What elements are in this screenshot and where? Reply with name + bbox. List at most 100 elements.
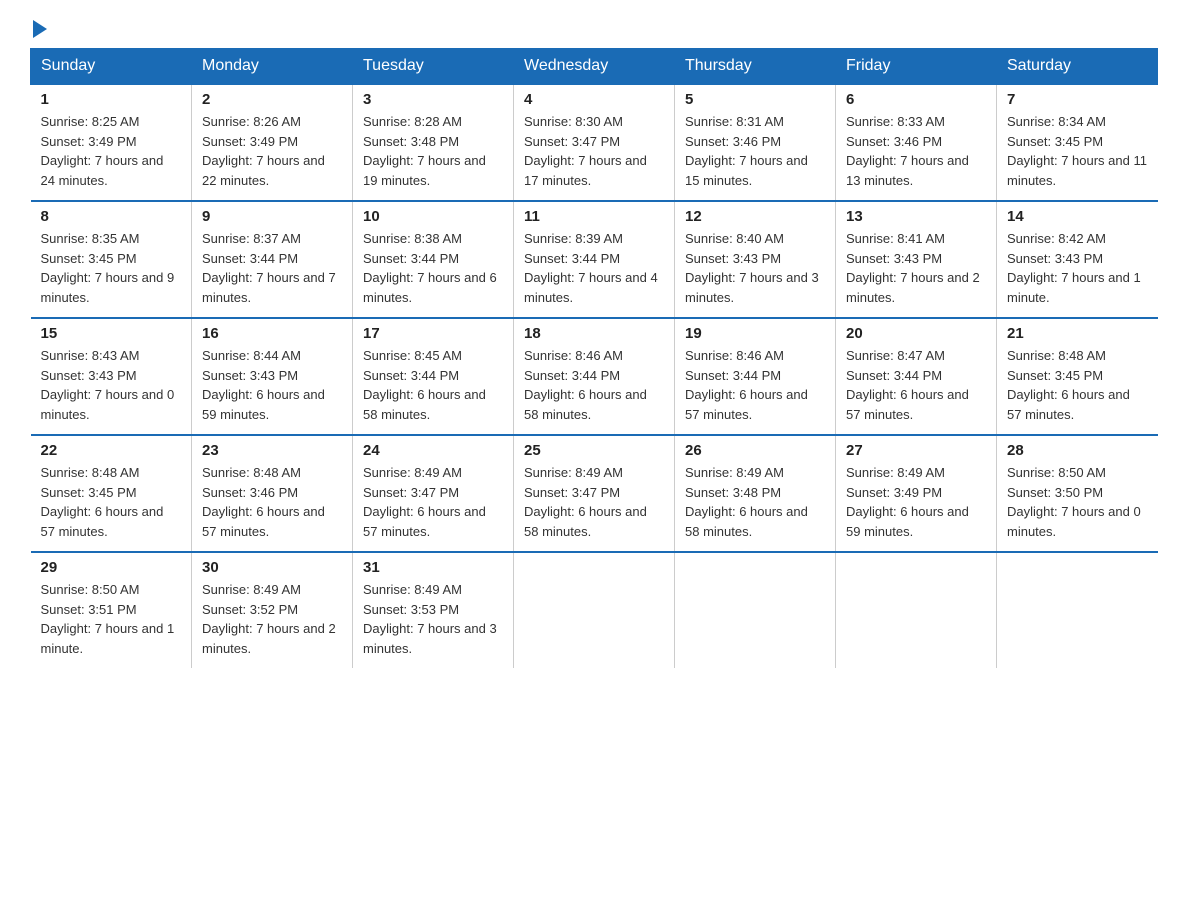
calendar-cell xyxy=(514,552,675,668)
day-number: 4 xyxy=(524,91,664,108)
day-number: 18 xyxy=(524,325,664,342)
calendar-cell: 24 Sunrise: 8:49 AMSunset: 3:47 PMDayligh… xyxy=(353,435,514,552)
calendar-cell: 9Sunrise: 8:37 AMSunset: 3:44 PMDaylight… xyxy=(192,201,353,318)
day-info: Sunrise: 8:49 AMSunset: 3:49 PMDaylight:… xyxy=(846,463,986,541)
day-info: Sunrise: 8:49 AMSunset: 3:53 PMDaylight:… xyxy=(363,580,503,658)
day-number: 2 xyxy=(202,91,342,108)
calendar-table: SundayMondayTuesdayWednesdayThursdayFrid… xyxy=(30,48,1158,668)
calendar-cell: 2 Sunrise: 8:26 AMSunset: 3:49 PMDaylight… xyxy=(192,84,353,201)
day-info: Sunrise: 8:30 AMSunset: 3:47 PMDaylight:… xyxy=(524,112,664,190)
calendar-header-monday: Monday xyxy=(192,49,353,85)
day-number: 17 xyxy=(363,325,503,342)
calendar-cell xyxy=(675,552,836,668)
calendar-cell: 1Sunrise: 8:25 AMSunset: 3:49 PMDaylight… xyxy=(31,84,192,201)
calendar-cell: 19 Sunrise: 8:46 AMSunset: 3:44 PMDayligh… xyxy=(675,318,836,435)
day-info: Sunrise: 8:41 AMSunset: 3:43 PMDaylight:… xyxy=(846,229,986,307)
calendar-cell: 3 Sunrise: 8:28 AMSunset: 3:48 PMDaylight… xyxy=(353,84,514,201)
day-info: Sunrise: 8:45 AMSunset: 3:44 PMDaylight:… xyxy=(363,346,503,424)
calendar-cell: 6 Sunrise: 8:33 AMSunset: 3:46 PMDaylight… xyxy=(836,84,997,201)
day-info: Sunrise: 8:48 AMSunset: 3:46 PMDaylight:… xyxy=(202,463,342,541)
day-number: 12 xyxy=(685,208,825,225)
day-number: 29 xyxy=(41,559,182,576)
calendar-cell: 29 Sunrise: 8:50 AMSunset: 3:51 PMDayligh… xyxy=(31,552,192,668)
day-info: Sunrise: 8:44 AMSunset: 3:43 PMDaylight:… xyxy=(202,346,342,424)
logo-arrow-icon xyxy=(33,20,47,38)
day-number: 7 xyxy=(1007,91,1148,108)
calendar-cell: 4 Sunrise: 8:30 AMSunset: 3:47 PMDaylight… xyxy=(514,84,675,201)
day-number: 15 xyxy=(41,325,182,342)
calendar-week-row: 1Sunrise: 8:25 AMSunset: 3:49 PMDaylight… xyxy=(31,84,1158,201)
day-number: 6 xyxy=(846,91,986,108)
day-info: Sunrise: 8:50 AMSunset: 3:51 PMDaylight:… xyxy=(41,580,182,658)
day-number: 20 xyxy=(846,325,986,342)
day-number: 14 xyxy=(1007,208,1148,225)
calendar-cell xyxy=(997,552,1158,668)
day-info: Sunrise: 8:26 AMSunset: 3:49 PMDaylight:… xyxy=(202,112,342,190)
calendar-cell: 23 Sunrise: 8:48 AMSunset: 3:46 PMDayligh… xyxy=(192,435,353,552)
day-number: 16 xyxy=(202,325,342,342)
day-info: Sunrise: 8:25 AMSunset: 3:49 PMDaylight:… xyxy=(41,112,182,190)
day-number: 9 xyxy=(202,208,342,225)
day-number: 27 xyxy=(846,442,986,459)
calendar-cell: 18 Sunrise: 8:46 AMSunset: 3:44 PMDayligh… xyxy=(514,318,675,435)
calendar-cell: 30Sunrise: 8:49 AMSunset: 3:52 PMDayligh… xyxy=(192,552,353,668)
calendar-week-row: 15 Sunrise: 8:43 AMSunset: 3:43 PMDayligh… xyxy=(31,318,1158,435)
calendar-week-row: 8Sunrise: 8:35 AMSunset: 3:45 PMDaylight… xyxy=(31,201,1158,318)
calendar-cell: 28 Sunrise: 8:50 AMSunset: 3:50 PMDayligh… xyxy=(997,435,1158,552)
page-header xyxy=(30,20,1158,38)
calendar-cell: 8Sunrise: 8:35 AMSunset: 3:45 PMDaylight… xyxy=(31,201,192,318)
calendar-cell: 21 Sunrise: 8:48 AMSunset: 3:45 PMDayligh… xyxy=(997,318,1158,435)
calendar-header-thursday: Thursday xyxy=(675,49,836,85)
day-number: 11 xyxy=(524,208,664,225)
calendar-cell: 31 Sunrise: 8:49 AMSunset: 3:53 PMDayligh… xyxy=(353,552,514,668)
calendar-cell: 13 Sunrise: 8:41 AMSunset: 3:43 PMDayligh… xyxy=(836,201,997,318)
calendar-cell xyxy=(836,552,997,668)
calendar-cell: 11 Sunrise: 8:39 AMSunset: 3:44 PMDayligh… xyxy=(514,201,675,318)
calendar-cell: 14Sunrise: 8:42 AMSunset: 3:43 PMDayligh… xyxy=(997,201,1158,318)
day-info: Sunrise: 8:49 AMSunset: 3:47 PMDaylight:… xyxy=(363,463,503,541)
calendar-header-row: SundayMondayTuesdayWednesdayThursdayFrid… xyxy=(31,49,1158,85)
day-info: Sunrise: 8:38 AMSunset: 3:44 PMDaylight:… xyxy=(363,229,503,307)
calendar-week-row: 29 Sunrise: 8:50 AMSunset: 3:51 PMDayligh… xyxy=(31,552,1158,668)
day-number: 13 xyxy=(846,208,986,225)
day-info: Sunrise: 8:43 AMSunset: 3:43 PMDaylight:… xyxy=(41,346,182,424)
day-info: Sunrise: 8:48 AMSunset: 3:45 PMDaylight:… xyxy=(1007,346,1148,424)
day-info: Sunrise: 8:28 AMSunset: 3:48 PMDaylight:… xyxy=(363,112,503,190)
calendar-cell: 17 Sunrise: 8:45 AMSunset: 3:44 PMDayligh… xyxy=(353,318,514,435)
calendar-cell: 26Sunrise: 8:49 AMSunset: 3:48 PMDayligh… xyxy=(675,435,836,552)
day-number: 23 xyxy=(202,442,342,459)
day-info: Sunrise: 8:47 AMSunset: 3:44 PMDaylight:… xyxy=(846,346,986,424)
calendar-header-wednesday: Wednesday xyxy=(514,49,675,85)
day-number: 5 xyxy=(685,91,825,108)
calendar-header-friday: Friday xyxy=(836,49,997,85)
day-number: 24 xyxy=(363,442,503,459)
calendar-cell: 5 Sunrise: 8:31 AMSunset: 3:46 PMDaylight… xyxy=(675,84,836,201)
day-info: Sunrise: 8:35 AMSunset: 3:45 PMDaylight:… xyxy=(41,229,182,307)
logo-general xyxy=(30,20,50,38)
day-number: 31 xyxy=(363,559,503,576)
day-info: Sunrise: 8:39 AMSunset: 3:44 PMDaylight:… xyxy=(524,229,664,307)
calendar-cell: 22Sunrise: 8:48 AMSunset: 3:45 PMDayligh… xyxy=(31,435,192,552)
day-number: 3 xyxy=(363,91,503,108)
day-number: 19 xyxy=(685,325,825,342)
day-number: 28 xyxy=(1007,442,1148,459)
day-info: Sunrise: 8:50 AMSunset: 3:50 PMDaylight:… xyxy=(1007,463,1148,541)
calendar-cell: 16 Sunrise: 8:44 AMSunset: 3:43 PMDayligh… xyxy=(192,318,353,435)
day-number: 25 xyxy=(524,442,664,459)
day-info: Sunrise: 8:33 AMSunset: 3:46 PMDaylight:… xyxy=(846,112,986,190)
day-info: Sunrise: 8:40 AMSunset: 3:43 PMDaylight:… xyxy=(685,229,825,307)
day-info: Sunrise: 8:34 AMSunset: 3:45 PMDaylight:… xyxy=(1007,112,1148,190)
day-info: Sunrise: 8:49 AMSunset: 3:47 PMDaylight:… xyxy=(524,463,664,541)
calendar-header-sunday: Sunday xyxy=(31,49,192,85)
day-info: Sunrise: 8:46 AMSunset: 3:44 PMDaylight:… xyxy=(524,346,664,424)
calendar-week-row: 22Sunrise: 8:48 AMSunset: 3:45 PMDayligh… xyxy=(31,435,1158,552)
calendar-cell: 15 Sunrise: 8:43 AMSunset: 3:43 PMDayligh… xyxy=(31,318,192,435)
calendar-cell: 27 Sunrise: 8:49 AMSunset: 3:49 PMDayligh… xyxy=(836,435,997,552)
calendar-cell: 10 Sunrise: 8:38 AMSunset: 3:44 PMDayligh… xyxy=(353,201,514,318)
day-number: 21 xyxy=(1007,325,1148,342)
calendar-cell: 12 Sunrise: 8:40 AMSunset: 3:43 PMDayligh… xyxy=(675,201,836,318)
day-info: Sunrise: 8:31 AMSunset: 3:46 PMDaylight:… xyxy=(685,112,825,190)
day-info: Sunrise: 8:46 AMSunset: 3:44 PMDaylight:… xyxy=(685,346,825,424)
day-number: 10 xyxy=(363,208,503,225)
day-number: 26 xyxy=(685,442,825,459)
